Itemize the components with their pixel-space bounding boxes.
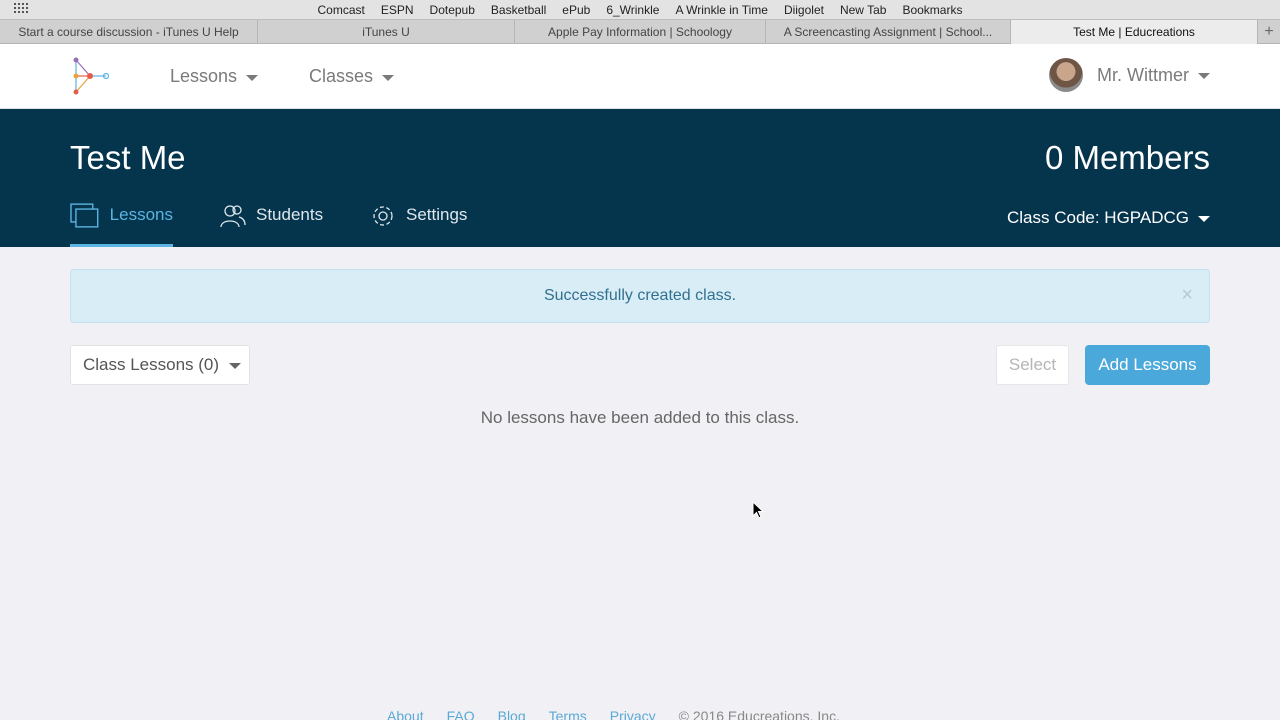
students-icon [220, 205, 246, 228]
close-icon[interactable]: × [1181, 284, 1193, 307]
bookmark-dotepub[interactable]: Dotepub [430, 3, 475, 17]
copyright: © 2016 Educreations, Inc. [678, 708, 840, 720]
footer-link-faq[interactable]: FAQ [447, 708, 475, 720]
success-alert: Successfully created class. × [70, 269, 1210, 323]
browser-tab[interactable]: A Screencasting Assignment | School... [766, 20, 1011, 44]
chevron-down-icon [382, 74, 395, 81]
nav-lessons-label: Lessons [170, 66, 238, 86]
browser-tab[interactable]: Apple Pay Information | Schoology [515, 20, 766, 44]
class-title: Test Me [70, 139, 186, 176]
select-button[interactable]: Select [996, 345, 1069, 385]
top-navigation: Lessons Classes Mr. Wittmer [0, 44, 1280, 109]
apps-grid-icon[interactable] [14, 3, 30, 15]
bookmark-6-wrinkle[interactable]: 6_Wrinkle [606, 3, 659, 17]
footer-link-privacy[interactable]: Privacy [610, 708, 656, 720]
browser-tab[interactable]: iTunes U [258, 20, 515, 44]
footer: About FAQ Blog Terms Privacy © 2016 Educ… [387, 708, 840, 720]
class-code-dropdown[interactable]: Class Code: HGPADCG [1007, 208, 1210, 228]
chevron-down-icon [246, 74, 259, 81]
chevron-down-icon [1198, 216, 1210, 222]
user-name: Mr. Wittmer [1097, 64, 1189, 85]
user-menu[interactable]: Mr. Wittmer [1049, 58, 1210, 92]
chevron-down-icon [229, 363, 242, 369]
add-lessons-button[interactable]: Add Lessons [1085, 345, 1210, 385]
bookmark-epub[interactable]: ePub [562, 3, 590, 17]
tab-lessons[interactable]: Lessons [70, 203, 173, 247]
tab-lessons-label: Lessons [109, 205, 173, 224]
new-tab-plus-icon[interactable]: + [1258, 20, 1280, 44]
class-lessons-dropdown[interactable]: Class Lessons (0) [70, 345, 250, 385]
tab-settings[interactable]: Settings [370, 205, 467, 247]
nav-lessons-dropdown[interactable]: Lessons [170, 66, 259, 87]
class-lessons-label: Class Lessons (0) [83, 355, 220, 374]
footer-link-terms[interactable]: Terms [549, 708, 587, 720]
tab-students[interactable]: Students [220, 205, 323, 247]
tab-students-label: Students [256, 205, 324, 224]
bookmark-new-tab[interactable]: New Tab [840, 3, 886, 17]
bookmark-bookmarks[interactable]: Bookmarks [902, 3, 962, 17]
tab-settings-label: Settings [406, 205, 468, 224]
browser-tab[interactable]: Start a course discussion - iTunes U Hel… [0, 20, 258, 44]
footer-link-blog[interactable]: Blog [498, 708, 526, 720]
browser-tab-active[interactable]: Test Me | Educreations [1011, 20, 1258, 44]
footer-link-about[interactable]: About [387, 708, 424, 720]
empty-lessons-message: No lessons have been added to this class… [480, 408, 800, 427]
educreations-logo-icon[interactable] [70, 54, 112, 98]
avatar [1049, 58, 1083, 92]
bookmark-espn[interactable]: ESPN [381, 3, 414, 17]
class-code-label: Class Code: HGPADCG [1006, 208, 1189, 227]
bookmark-comcast[interactable]: Comcast [318, 3, 365, 17]
nav-classes-label: Classes [309, 66, 374, 86]
bookmark-basketball[interactable]: Basketball [491, 3, 546, 17]
browser-tab-bar: Start a course discussion - iTunes U Hel… [0, 19, 1280, 44]
class-header: Test Me 0 Members Lessons Students Setti… [0, 109, 1280, 247]
bookmarks-bar: Comcast ESPN Dotepub Basketball ePub 6_W… [0, 0, 1280, 19]
gear-icon [373, 206, 393, 226]
bookmark-wrinkle-in-time[interactable]: A Wrinkle in Time [675, 3, 767, 17]
chevron-down-icon [1198, 73, 1210, 79]
alert-message: Successfully created class. [543, 287, 737, 304]
bookmark-diigolet[interactable]: Diigolet [784, 3, 824, 17]
mouse-cursor-icon [752, 501, 764, 519]
nav-classes-dropdown[interactable]: Classes [309, 66, 395, 87]
members-count: 0 Members [1044, 139, 1210, 176]
lessons-icon [70, 203, 99, 228]
